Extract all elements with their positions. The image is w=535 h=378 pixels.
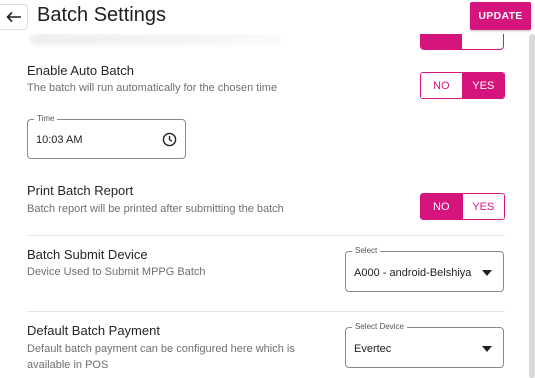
default-payment-title: Default Batch Payment: [27, 323, 160, 338]
submit-device-selected-value: A000 - android-Belshiya: [354, 267, 472, 279]
time-field-label: Time: [34, 114, 58, 124]
clock-icon[interactable]: [162, 132, 177, 147]
page-title: Batch Settings: [37, 4, 166, 26]
default-payment-description-line2: available in POS: [27, 359, 109, 371]
print-report-yes-option[interactable]: YES: [462, 194, 504, 219]
auto-batch-yes-option[interactable]: YES: [462, 73, 504, 98]
auto-batch-no-option[interactable]: NO: [421, 73, 463, 98]
auto-batch-title: Enable Auto Batch: [27, 63, 134, 78]
default-payment-select-label: Select Device: [352, 322, 407, 332]
divider: [27, 235, 505, 236]
print-report-toggle[interactable]: NO YES: [420, 193, 505, 220]
divider: [27, 311, 505, 312]
scrolled-row-text: [30, 33, 282, 45]
print-report-title: Print Batch Report: [27, 183, 134, 198]
arrow-left-icon: [5, 11, 21, 23]
submit-device-select-label: Select: [352, 246, 381, 256]
chevron-down-icon: [482, 346, 492, 352]
scrollbar-thumb[interactable]: [529, 34, 535, 378]
print-report-description: Batch report will be printed after submi…: [27, 203, 284, 215]
submit-device-title: Batch Submit Device: [27, 247, 148, 262]
auto-batch-description: The batch will run automatically for the…: [27, 82, 278, 94]
submit-device-select[interactable]: Select A000 - android-Belshiya: [345, 246, 504, 292]
default-payment-select[interactable]: Select Device Evertec: [345, 322, 504, 368]
auto-batch-toggle[interactable]: NO YES: [420, 72, 505, 99]
header-bar: Batch Settings UPDATE: [0, 0, 535, 34]
chevron-down-icon: [482, 270, 492, 276]
time-value: 10:03 AM: [36, 134, 83, 146]
back-button[interactable]: [0, 4, 28, 30]
update-button[interactable]: UPDATE: [470, 2, 531, 30]
submit-device-description: Device Used to Submit MPPG Batch: [27, 266, 206, 278]
default-payment-description-line1: Default batch payment can be configured …: [27, 343, 295, 355]
scrolled-toggle[interactable]: [420, 34, 504, 50]
default-payment-selected-value: Evertec: [354, 343, 392, 355]
print-report-no-option[interactable]: NO: [421, 194, 463, 219]
time-field[interactable]: Time 10:03 AM: [27, 114, 186, 159]
